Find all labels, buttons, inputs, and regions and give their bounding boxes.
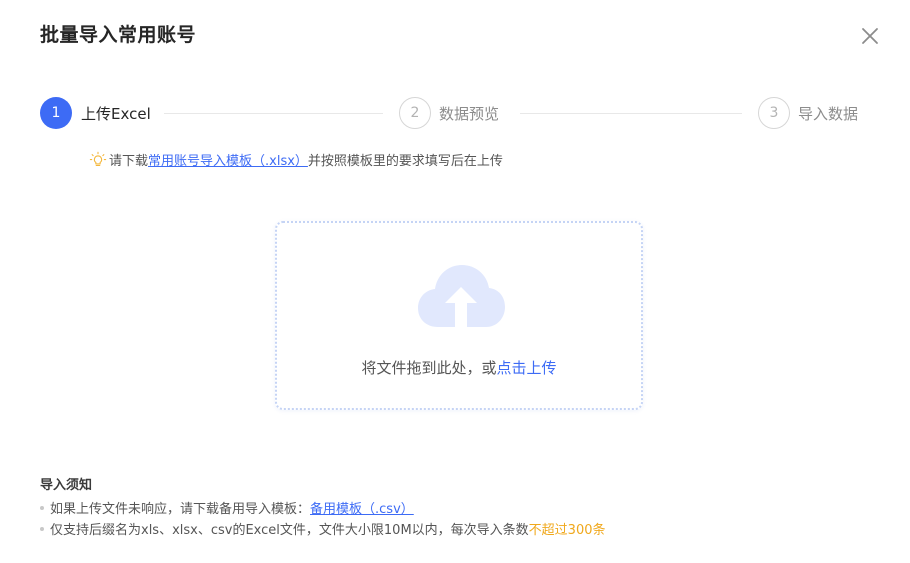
lightbulb-icon <box>89 151 107 166</box>
note-text: 如果上传文件未响应，请下载备用导入模板： <box>50 502 311 517</box>
template-hint: 请下载 常用账号导入模板（.xlsx） 并按照模板里的要求填写后在上传 <box>89 150 503 169</box>
note-item: 仅支持后缀名为xls、xlsx、csv的Excel文件，文件大小限10M以内，每… <box>40 519 606 538</box>
row-limit-warning: 不超过300条 <box>528 523 606 538</box>
close-button[interactable] <box>858 24 882 48</box>
cloud-upload-icon <box>418 265 505 327</box>
step-1-indicator: 1 <box>40 97 72 129</box>
step-connector <box>520 113 742 114</box>
close-icon <box>862 28 878 44</box>
upload-dropzone[interactable]: 将文件拖到此处，或点击上传 <box>275 221 643 410</box>
step-3-indicator: 3 <box>758 97 790 129</box>
step-2-label: 数据预览 <box>439 105 500 123</box>
hint-suffix: 并按照模板里的要求填写后在上传 <box>307 154 503 169</box>
xlsx-template-link[interactable]: 常用账号导入模板（.xlsx） <box>148 150 308 169</box>
step-1-label: 上传Excel <box>81 105 151 123</box>
step-3-label: 导入数据 <box>798 105 859 123</box>
step-connector <box>164 113 383 114</box>
hint-prefix: 请下载 <box>109 154 149 169</box>
upload-instruction: 将文件拖到此处，或点击上传 <box>277 357 641 378</box>
dialog-title: 批量导入常用账号 <box>40 24 197 46</box>
click-upload-link[interactable]: 点击上传 <box>497 359 557 377</box>
bullet-dot <box>40 526 44 531</box>
note-item: 如果上传文件未响应，请下载备用导入模板： 备用模板（.csv） <box>40 498 414 517</box>
step-2-indicator: 2 <box>399 97 431 129</box>
note-text: 仅支持后缀名为xls、xlsx、csv的Excel文件，文件大小限10M以内，每… <box>50 523 529 538</box>
import-notes-title: 导入须知 <box>40 478 93 493</box>
import-dialog: 批量导入常用账号 1 上传Excel 2 数据预览 3 导入数据 请下载 常用账… <box>0 0 910 563</box>
csv-template-link[interactable]: 备用模板（.csv） <box>310 498 414 517</box>
bullet-dot <box>40 505 44 510</box>
upload-text: 将文件拖到此处，或 <box>361 359 497 377</box>
